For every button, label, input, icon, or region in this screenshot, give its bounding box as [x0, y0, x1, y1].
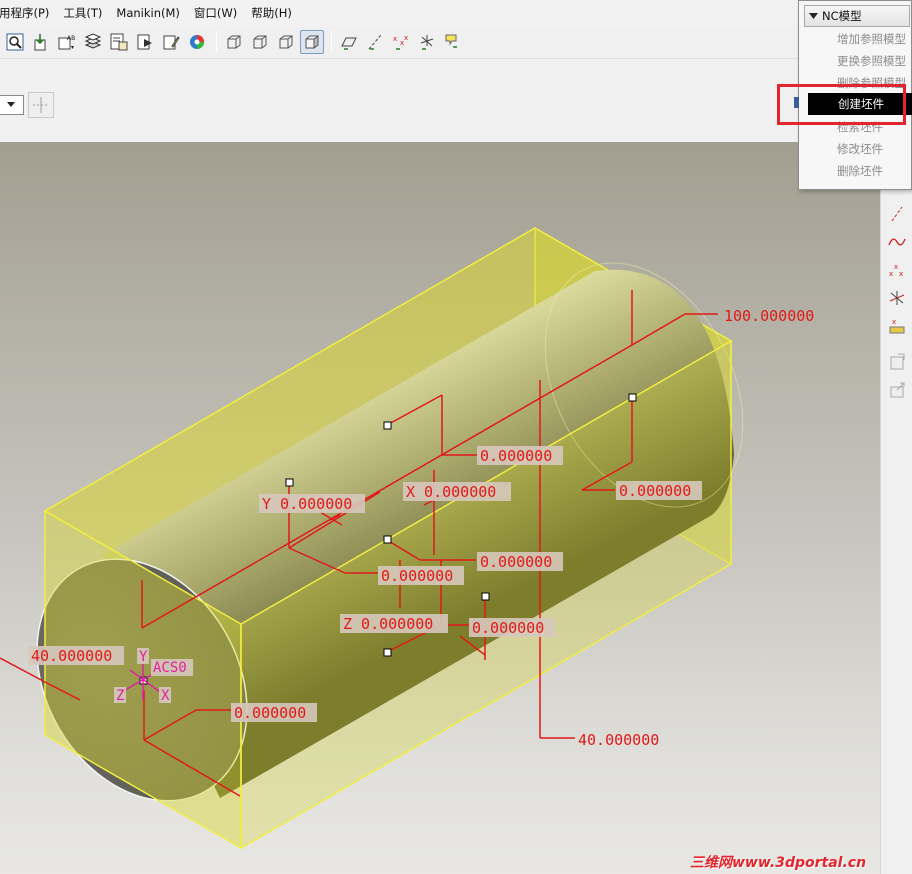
menu-bar: 用程序(P) 工具(T) Manikin(M) 窗口(W) 帮助(H)	[0, 0, 912, 26]
dim-offset-right[interactable]: 0.000000	[619, 482, 691, 500]
model-viewport[interactable]: 100.000000 0.000000 0.000000 Y 0.000000 …	[0, 142, 880, 874]
paste-special-icon[interactable]	[133, 30, 157, 54]
nc-model-title: NC模型	[822, 9, 862, 23]
nc-model-header[interactable]: NC模型	[804, 5, 910, 27]
hidden-line-icon[interactable]	[248, 30, 272, 54]
datum-point-display-icon[interactable]: xxx	[389, 30, 413, 54]
datum-point-icon[interactable]: xxx	[885, 258, 909, 282]
nc-item-modify-workpiece[interactable]: 修改坯件	[837, 138, 883, 160]
menu-tools[interactable]: 工具(T)	[56, 0, 109, 26]
highlight-annotation-box	[777, 84, 906, 125]
chevron-down-icon	[7, 102, 15, 107]
dim-z-offset[interactable]: Z 0.000000	[343, 615, 433, 633]
sketch-tool-button[interactable]	[28, 92, 54, 118]
dim-length[interactable]: 100.000000	[724, 307, 814, 325]
wireframe-icon[interactable]	[222, 30, 246, 54]
menu-manikin[interactable]: Manikin(M)	[109, 0, 187, 26]
drag-handle[interactable]	[383, 421, 392, 430]
svg-text:x: x	[894, 263, 898, 271]
csys-z-label: Z	[116, 688, 124, 704]
drag-handle[interactable]	[383, 648, 392, 657]
dim-height[interactable]: 40.000000	[578, 731, 659, 749]
color-wheel-icon[interactable]	[185, 30, 209, 54]
annotate-icon[interactable]: AB	[55, 30, 79, 54]
dim-offset-mid[interactable]: 0.000000	[480, 553, 552, 571]
filter-bar	[0, 58, 800, 142]
csys-x-label: X	[161, 688, 170, 704]
watermark: 三维网www.3dportal.cn	[690, 855, 867, 871]
svg-text:AB: AB	[67, 35, 75, 42]
no-hidden-icon[interactable]	[274, 30, 298, 54]
svg-text:x: x	[899, 270, 903, 278]
menu-help[interactable]: 帮助(H)	[244, 0, 299, 26]
analysis-icon[interactable]: x	[885, 314, 909, 338]
drag-handle[interactable]	[481, 592, 490, 601]
nc-item-delete-workpiece[interactable]: 删除坯件	[837, 160, 883, 182]
dim-offset-top[interactable]: 0.000000	[480, 447, 552, 465]
import-icon[interactable]	[29, 30, 53, 54]
nc-item-replace-reference[interactable]: 更换参照模型	[837, 50, 906, 72]
main-toolbar: AB xxx	[0, 26, 800, 58]
datum-plane-display-icon[interactable]	[337, 30, 361, 54]
dim-width[interactable]: 40.000000	[31, 647, 112, 665]
csys-display-icon[interactable]	[415, 30, 439, 54]
menu-window[interactable]: 窗口(W)	[187, 0, 244, 26]
drag-handle[interactable]	[628, 393, 637, 402]
shaded-icon[interactable]	[300, 30, 324, 54]
datum-axis-display-icon[interactable]	[363, 30, 387, 54]
model-tree-icon[interactable]	[107, 30, 131, 54]
drag-handle[interactable]	[285, 478, 294, 487]
dim-offset-front[interactable]: 0.000000	[234, 704, 306, 722]
svg-text:x: x	[889, 270, 893, 278]
menu-applications[interactable]: 用程序(P)	[0, 0, 56, 26]
nc-item-add-reference[interactable]: 增加参照模型	[837, 28, 906, 50]
layers-icon[interactable]	[81, 30, 105, 54]
dim-offset-lower[interactable]: 0.000000	[472, 619, 544, 637]
collapse-triangle-icon	[809, 12, 818, 19]
filter-dropdown[interactable]	[0, 95, 24, 115]
edit-icon[interactable]	[159, 30, 183, 54]
datum-axis-icon[interactable]	[885, 202, 909, 226]
graphics-window[interactable]: 100.000000 0.000000 0.000000 Y 0.000000 …	[0, 142, 880, 874]
drag-handle[interactable]	[383, 535, 392, 544]
crosshair-icon	[33, 97, 49, 113]
dim-y-offset[interactable]: Y 0.000000	[262, 495, 352, 513]
annotation-display-icon[interactable]	[441, 30, 465, 54]
csys-y-label: Y	[139, 649, 148, 665]
datum-curve-icon[interactable]	[885, 230, 909, 254]
csys-tool-icon[interactable]	[885, 286, 909, 310]
insert-feature-icon[interactable]	[885, 350, 909, 374]
dim-offset-center[interactable]: 0.000000	[381, 567, 453, 585]
svg-text:x: x	[393, 35, 397, 43]
zoom-window-icon[interactable]	[3, 30, 27, 54]
svg-text:x: x	[892, 318, 896, 326]
csys-name[interactable]: ACS0	[153, 660, 187, 676]
insert-arrow-icon[interactable]	[885, 378, 909, 402]
dim-x-offset[interactable]: X 0.000000	[406, 483, 496, 501]
toolbar-separator	[331, 31, 332, 53]
toolbar-separator	[216, 31, 217, 53]
svg-text:x: x	[404, 34, 408, 42]
